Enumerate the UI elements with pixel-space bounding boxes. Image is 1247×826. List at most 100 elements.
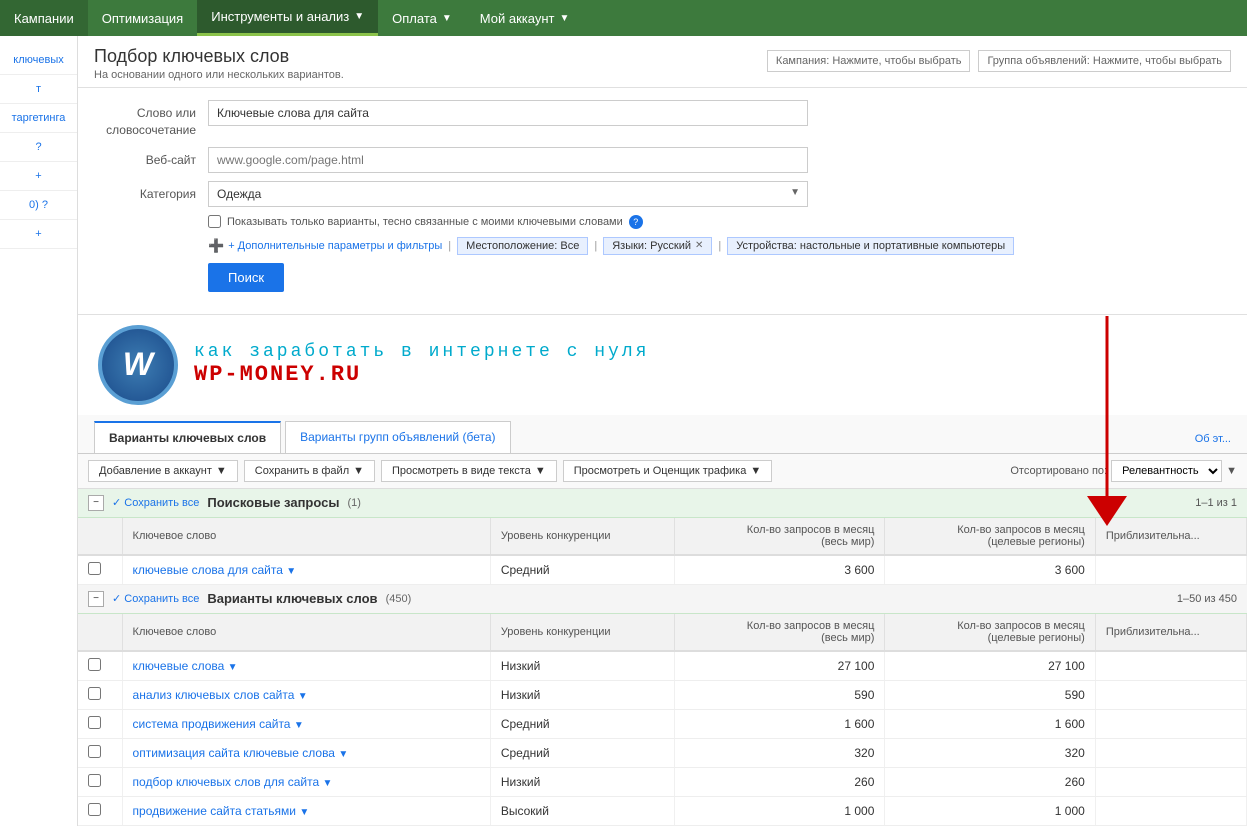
sidebar-item-count[interactable]: 0) ? [0, 191, 77, 220]
nav-item-campaigns[interactable]: Кампании [0, 0, 88, 36]
s2-row5-competition: Высокий [490, 796, 674, 825]
s2-row3-check[interactable] [78, 738, 122, 767]
campaign-selector[interactable]: Кампания: Нажмите, чтобы выбрать [767, 50, 971, 72]
row1-cpc [1095, 555, 1246, 585]
section2-col-local[interactable]: Кол-во запросов в месяц (целевые регионы… [885, 614, 1095, 651]
nav-item-account[interactable]: Мой аккаунт ▼ [466, 0, 584, 36]
s2-row5-check[interactable] [78, 796, 122, 825]
section2-col-keyword[interactable]: Ключевое слово [122, 614, 490, 651]
section2-title: Варианты ключевых слов [207, 591, 377, 606]
section1-col-cpc[interactable]: Приблизительна... [1095, 518, 1246, 555]
section2-collapse[interactable]: − [88, 591, 104, 607]
row1-checkbox[interactable] [88, 562, 101, 575]
s2-row1-check[interactable] [78, 680, 122, 709]
search-button[interactable]: Поиск [208, 263, 284, 292]
about-link[interactable]: Об эт... [1195, 433, 1231, 453]
row1-keyword[interactable]: ключевые слова для сайта ▼ [122, 555, 490, 585]
section1-col-competition[interactable]: Уровень конкуренции [490, 518, 674, 555]
s2-row3-competition: Средний [490, 738, 674, 767]
related-checkbox[interactable] [208, 215, 221, 228]
s2-row1-checkbox[interactable] [88, 687, 101, 700]
section1-col-global[interactable]: Кол-во запросов в месяц (весь мир) [674, 518, 884, 555]
save-to-file-btn[interactable]: Сохранить в файл ▼ [244, 460, 375, 482]
s2-row2-keyword[interactable]: система продвижения сайта ▼ [122, 709, 490, 738]
s2-row0-local: 27 100 [885, 651, 1095, 681]
row1-check[interactable] [78, 555, 122, 585]
payment-arrow-icon: ▼ [442, 13, 452, 24]
sidebar-item-add2[interactable]: + [0, 220, 77, 249]
section2-col-global[interactable]: Кол-во запросов в месяц (весь мир) [674, 614, 884, 651]
s2-row3-keyword[interactable]: оптимизация сайта ключевые слова ▼ [122, 738, 490, 767]
s2-row4-check[interactable] [78, 767, 122, 796]
adgroup-selector[interactable]: Группа объявлений: Нажмите, чтобы выбрат… [978, 50, 1231, 72]
section2-col-cpc[interactable]: Приблизительна... [1095, 614, 1246, 651]
plus-icon: ➕ [208, 238, 224, 254]
nav-item-optimization[interactable]: Оптимизация [88, 0, 198, 36]
word-input[interactable] [208, 100, 808, 126]
section2-save-all[interactable]: ✓ Сохранить все [112, 592, 199, 605]
section1: − ✓ Сохранить все Поисковые запросы (1) … [78, 489, 1247, 585]
location-tag[interactable]: Местоположение: Все [457, 237, 588, 255]
section1-col-keyword[interactable]: Ключевое слово [122, 518, 490, 555]
page-title: Подбор ключевых слов [94, 46, 344, 67]
sidebar-item-t[interactable]: т [0, 75, 77, 104]
sort-arrow-icon: ▼ [1226, 465, 1237, 477]
sidebar-item-keywords[interactable]: ключевых [0, 46, 77, 75]
section1-pagination: 1–1 из 1 [1195, 497, 1237, 509]
s2-row2-competition: Средний [490, 709, 674, 738]
section1-collapse[interactable]: − [88, 495, 104, 511]
table-row: подбор ключевых слов для сайта ▼ Низкий … [78, 767, 1247, 796]
section2-col-competition[interactable]: Уровень конкуренции [490, 614, 674, 651]
s2-row4-global: 260 [674, 767, 884, 796]
add-to-account-btn[interactable]: Добавление в аккаунт ▼ [88, 460, 238, 482]
nav-item-payment[interactable]: Оплата ▼ [378, 0, 466, 36]
language-tag[interactable]: Языки: Русский ✕ [603, 237, 712, 255]
filter-link[interactable]: ➕ + Дополнительные параметры и фильтры [208, 238, 442, 254]
s2-row3-local: 320 [885, 738, 1095, 767]
tab-keyword-variants[interactable]: Варианты ключевых слов [94, 421, 281, 453]
tab-adgroup-variants[interactable]: Варианты групп объявлений (бета) [285, 421, 510, 453]
website-label: Веб-сайт [98, 147, 208, 169]
view-text-btn[interactable]: Просмотреть в виде текста ▼ [381, 460, 557, 482]
filter-sep3: | [718, 240, 721, 252]
table-row: ключевые слова ▼ Низкий 27 100 27 100 [78, 651, 1247, 681]
s2-row3-global: 320 [674, 738, 884, 767]
view-traffic-btn[interactable]: Просмотреть и Оценщик трафика ▼ [563, 460, 773, 482]
view-traffic-arrow-icon: ▼ [750, 465, 761, 477]
category-select[interactable]: Одежда [208, 181, 808, 207]
s2-row5-checkbox[interactable] [88, 803, 101, 816]
sidebar-item-help[interactable]: ? [0, 133, 77, 162]
view-text-arrow-icon: ▼ [535, 465, 546, 477]
section2-count: (450) [386, 593, 412, 605]
s2-row5-cpc [1095, 796, 1246, 825]
tools-arrow-icon: ▼ [354, 11, 364, 22]
section1-table: Ключевое слово Уровень конкуренции Кол-в… [78, 518, 1247, 585]
s2-row3-checkbox[interactable] [88, 745, 101, 758]
s2-row4-checkbox[interactable] [88, 774, 101, 787]
table-row: продвижение сайта статьями ▼ Высокий 1 0… [78, 796, 1247, 825]
s2-row5-keyword[interactable]: продвижение сайта статьями ▼ [122, 796, 490, 825]
device-tag: Устройства: настольные и портативные ком… [727, 237, 1014, 255]
language-close-icon[interactable]: ✕ [695, 240, 703, 251]
s2-row1-local: 590 [885, 680, 1095, 709]
website-input[interactable] [208, 147, 808, 173]
category-label: Категория [98, 181, 208, 203]
nav-item-tools[interactable]: Инструменты и анализ ▼ [197, 0, 378, 36]
section1-save-all[interactable]: ✓ Сохранить все [112, 496, 199, 509]
s2-row4-keyword[interactable]: подбор ключевых слов для сайта ▼ [122, 767, 490, 796]
s2-row2-check[interactable] [78, 709, 122, 738]
sidebar-item-add[interactable]: + [0, 162, 77, 191]
s2-row0-keyword[interactable]: ключевые слова ▼ [122, 651, 490, 681]
s2-row2-cpc [1095, 709, 1246, 738]
s2-row2-checkbox[interactable] [88, 716, 101, 729]
s2-row1-keyword[interactable]: анализ ключевых слов сайта ▼ [122, 680, 490, 709]
related-checkbox-label[interactable]: Показывать только варианты, тесно связан… [227, 216, 623, 228]
sort-control: Отсортировано по: Релевантность ▼ [1010, 460, 1237, 482]
s2-row0-check[interactable] [78, 651, 122, 681]
s2-row0-checkbox[interactable] [88, 658, 101, 671]
sort-select[interactable]: Релевантность [1111, 460, 1222, 482]
sidebar-item-targeting[interactable]: таргетинга [0, 104, 77, 133]
section1-col-local[interactable]: Кол-во запросов в месяц (целевые регионы… [885, 518, 1095, 555]
s2-row2-global: 1 600 [674, 709, 884, 738]
row1-global: 3 600 [674, 555, 884, 585]
